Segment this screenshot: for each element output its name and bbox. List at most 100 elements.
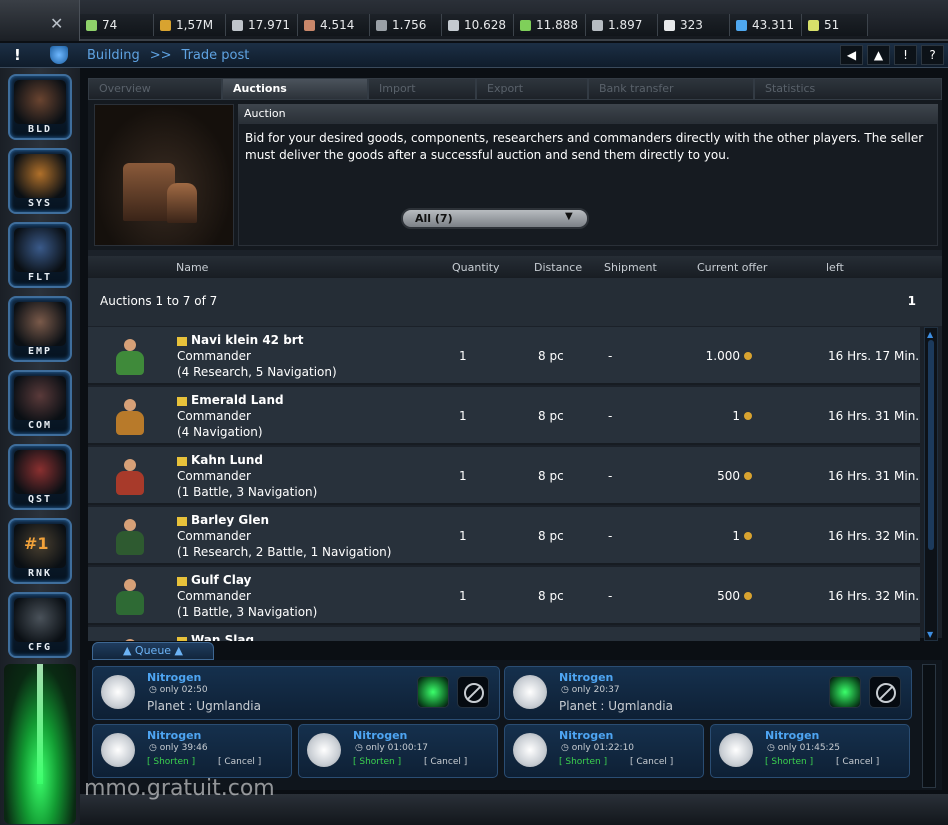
shorten-link[interactable]: [ Shorten ] bbox=[559, 757, 607, 767]
up-button[interactable]: ▲ bbox=[867, 45, 890, 65]
sidebar-item-ranking[interactable]: #1 RNK bbox=[8, 518, 72, 584]
distance: 8 pc bbox=[538, 589, 564, 603]
item-type: Commander bbox=[177, 529, 251, 543]
resource-crystal[interactable]: 10.628 bbox=[442, 14, 514, 36]
resource-ore[interactable]: 4.514 bbox=[298, 14, 370, 36]
avatar-body bbox=[116, 471, 144, 495]
queue-tab[interactable]: ▲ Queue ▲ bbox=[92, 642, 214, 660]
tab-bank-transfer[interactable]: Bank transfer bbox=[588, 78, 754, 100]
cfg-icon bbox=[14, 598, 66, 642]
list-scrollbar[interactable]: ▲ ▼ bbox=[924, 327, 938, 641]
tab-export[interactable]: Export bbox=[476, 78, 588, 100]
resource-leaf[interactable]: 74 bbox=[80, 14, 154, 36]
cancel-button[interactable] bbox=[869, 676, 901, 708]
resource-plant[interactable]: 11.888 bbox=[514, 14, 586, 36]
apple-icon bbox=[664, 19, 675, 31]
time-left: 16 Hrs. 17 Min. bbox=[828, 349, 920, 363]
page-number[interactable]: 1 bbox=[908, 294, 916, 308]
commander-name[interactable]: Wan Slag bbox=[191, 633, 254, 641]
scroll-thumb[interactable] bbox=[928, 340, 934, 550]
commander-name[interactable]: Gulf Clay bbox=[191, 573, 251, 587]
queue-item-name: Nitrogen bbox=[559, 671, 614, 684]
breadcrumb-building-link[interactable]: Building bbox=[87, 48, 140, 63]
resource-coin[interactable]: 1,57M bbox=[154, 14, 226, 36]
table-row[interactable]: Wan Slag bbox=[88, 627, 920, 641]
shorten-link[interactable]: [ Shorten ] bbox=[353, 757, 401, 767]
avatar-head bbox=[124, 459, 136, 471]
distance: 8 pc bbox=[538, 349, 564, 363]
current-offer: 1.000 bbox=[648, 349, 752, 363]
clock-icon: ◷ bbox=[355, 743, 366, 753]
resource-value: 4.514 bbox=[320, 18, 355, 32]
item-type: Commander bbox=[177, 349, 251, 363]
qst-icon bbox=[14, 450, 66, 494]
sidebar-item-label: BLD bbox=[27, 124, 53, 135]
table-row[interactable]: Navi klein 42 brt Commander (4 Research, 5… bbox=[88, 327, 920, 385]
tab-overview[interactable]: Overview bbox=[88, 78, 222, 100]
speed-up-crystal-button[interactable] bbox=[417, 676, 449, 708]
resource-energy[interactable]: 43.311 bbox=[730, 14, 802, 36]
resource-alloy[interactable]: 17.971 bbox=[226, 14, 298, 36]
commander-name[interactable]: Navi klein 42 brt bbox=[191, 333, 303, 347]
sidebar-item-fleet[interactable]: FLT bbox=[8, 222, 72, 288]
cancel-link[interactable]: [ Cancel ] bbox=[836, 757, 879, 767]
cancel-button[interactable] bbox=[457, 676, 489, 708]
shield-icon[interactable] bbox=[50, 46, 68, 64]
col-time-left[interactable]: left bbox=[826, 261, 844, 274]
breadcrumb-trade-post-link[interactable]: Trade post bbox=[182, 48, 250, 63]
table-row[interactable]: Kahn Lund Commander (1 Battle, 3 Navigatio… bbox=[88, 447, 920, 505]
sidebar-item-empire[interactable]: EMP bbox=[8, 296, 72, 362]
col-current-offer[interactable]: Current offer bbox=[697, 261, 767, 274]
commander-name[interactable]: Kahn Lund bbox=[191, 453, 263, 467]
table-row[interactable]: Barley Glen Commander (1 Research, 2 Battl… bbox=[88, 507, 920, 565]
clock-icon: ◷ bbox=[561, 743, 572, 753]
sidebar-item-quests[interactable]: QST bbox=[8, 444, 72, 510]
resource-rock[interactable]: 1.756 bbox=[370, 14, 442, 36]
cancel-link[interactable]: [ Cancel ] bbox=[218, 757, 261, 767]
tab-auctions[interactable]: Auctions bbox=[222, 78, 368, 100]
scroll-down-icon[interactable]: ▼ bbox=[927, 630, 935, 639]
resource-silicon[interactable]: 1.897 bbox=[586, 14, 658, 36]
avatar-head bbox=[124, 639, 136, 641]
commander-name[interactable]: Barley Glen bbox=[191, 513, 269, 527]
back-button[interactable]: ◀ bbox=[840, 45, 863, 65]
speed-up-crystal-button[interactable] bbox=[829, 676, 861, 708]
resource-apple[interactable]: 323 bbox=[658, 14, 730, 36]
col-name[interactable]: Name bbox=[176, 261, 208, 274]
commander-flag-icon bbox=[177, 577, 187, 586]
table-row[interactable]: Emerald Land Commander (4 Navigation) 1 8 pc… bbox=[88, 387, 920, 445]
cancel-link[interactable]: [ Cancel ] bbox=[630, 757, 673, 767]
table-row[interactable]: Gulf Clay Commander (1 Battle, 3 Navigatio… bbox=[88, 567, 920, 625]
resource-value: 17.971 bbox=[248, 18, 290, 32]
scroll-up-icon[interactable]: ▲ bbox=[927, 330, 935, 339]
sidebar-item-label: SYS bbox=[27, 198, 53, 209]
tab-statistics[interactable]: Statistics bbox=[754, 78, 942, 100]
sidebar-item-label: RNK bbox=[27, 568, 53, 579]
col-shipment[interactable]: Shipment bbox=[604, 261, 657, 274]
sidebar-item-communication[interactable]: COM bbox=[8, 370, 72, 436]
alert-icon[interactable]: ! bbox=[14, 46, 21, 64]
help-button[interactable]: ? bbox=[921, 45, 944, 65]
queue-scrollbar[interactable] bbox=[922, 664, 936, 788]
shorten-link[interactable]: [ Shorten ] bbox=[147, 757, 195, 767]
avatar-body bbox=[116, 591, 144, 615]
sidebar-item-config[interactable]: CFG bbox=[8, 592, 72, 658]
crossed-swords-icon[interactable]: ✕ bbox=[50, 14, 63, 33]
tab-import[interactable]: Import bbox=[368, 78, 476, 100]
cancel-link[interactable]: [ Cancel ] bbox=[424, 757, 467, 767]
queue-item-name: Nitrogen bbox=[353, 729, 408, 742]
queue-item: Nitrogen ◷ only 01:45:25 [ Shorten ] [ Canc… bbox=[710, 724, 910, 778]
sidebar-item-system[interactable]: SYS bbox=[8, 148, 72, 214]
sidebar-item-label: CFG bbox=[27, 642, 53, 653]
shorten-link[interactable]: [ Shorten ] bbox=[765, 757, 813, 767]
col-quantity[interactable]: Quantity bbox=[452, 261, 500, 274]
resource-population[interactable]: 51 bbox=[802, 14, 868, 36]
sidebar-item-building[interactable]: BLD bbox=[8, 74, 72, 140]
alert-button[interactable]: ! bbox=[894, 45, 917, 65]
col-distance[interactable]: Distance bbox=[534, 261, 582, 274]
queue-item: Nitrogen ◷ only 01:00:17 [ Shorten ] [ Canc… bbox=[298, 724, 498, 778]
filter-select[interactable]: All (7) ▼ bbox=[401, 208, 589, 229]
commander-name[interactable]: Emerald Land bbox=[191, 393, 284, 407]
shipment: - bbox=[608, 469, 613, 483]
nav-buttons: ◀ ▲ ! ? bbox=[840, 45, 944, 65]
